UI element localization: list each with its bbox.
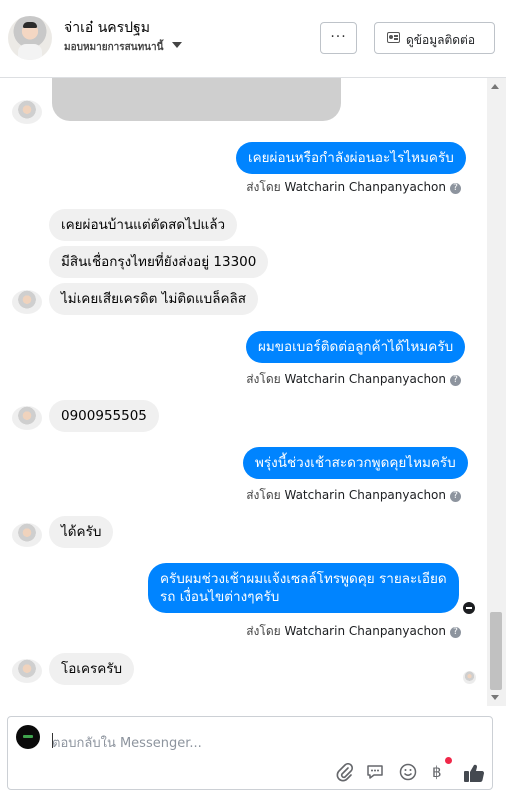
help-icon[interactable]: ? [450,375,461,386]
saved-replies-icon[interactable] [366,763,384,783]
help-icon[interactable]: ? [450,627,461,638]
outgoing-message: ครับผมช่วงเช้าผมแจ้งเซลล์โทรพูดคุย รายละ… [148,563,459,613]
payment-icon[interactable]: ฿ [432,763,446,783]
conversation-header: จ่าเอ๋ นครปฐม มอบหมายการสนทนานี้ ··· ดูข… [0,0,506,78]
sender-avatar [12,290,42,314]
assign-conversation-dropdown[interactable]: มอบหมายการสนทนานี้ [64,40,163,55]
outgoing-message: เคยผ่อนหรือกำลังผ่อนอะไรไหมครับ [236,142,466,174]
like-icon[interactable] [463,763,485,783]
sent-by-prefix: ส่งโดย [246,488,281,502]
scroll-up-icon[interactable] [491,84,499,89]
contact-card-icon [387,32,400,43]
sent-by-prefix: ส่งโดย [246,180,281,194]
sender-avatar [12,406,42,430]
sent-by-label: ส่งโดย Watcharin Chanpanyachon? [246,178,461,197]
scroll-down-icon[interactable] [491,695,499,700]
emoji-icon[interactable] [399,763,417,783]
sent-by-agent: Watcharin Chanpanyachon [284,624,446,638]
seen-by-avatar [463,671,476,684]
incoming-message: ไม่เคยเสียเครดิต ไม่ติดแบล็คลิส [49,283,259,315]
sent-by-agent: Watcharin Chanpanyachon [284,180,446,194]
incoming-message: โอเครครับ [49,653,135,685]
more-options-button[interactable]: ··· [320,22,357,54]
sender-avatar [12,523,42,547]
delivered-icon [463,602,475,614]
sent-by-agent: Watcharin Chanpanyachon [284,488,446,502]
sent-by-prefix: ส่งโดย [246,624,281,638]
outgoing-message: ผมขอเบอร์ติดต่อลูกค้าได้ไหมครับ [246,331,466,363]
sender-avatar [12,100,42,124]
page-avatar [16,725,40,749]
outgoing-message: พรุ่งนี้ช่วงเช้าสะดวกพูดคุยไหมครับ [243,447,468,479]
sent-by-agent: Watcharin Chanpanyachon [284,372,446,386]
thread-scrollbar[interactable] [487,78,506,706]
reply-composer[interactable]: ตอบกลับใน Messenger... ฿ [7,716,493,790]
scrollbar-thumb[interactable] [490,612,502,690]
sender-avatar [12,659,42,683]
incoming-message: 0900955505 [49,400,159,432]
help-icon[interactable]: ? [450,183,461,194]
message-line: ครับผมช่วงเช้าผมแจ้งเซลล์โทรพูดคุย รายละ… [160,571,447,587]
message-line: รถ เงื่อนไขต่างๆครับ [160,589,280,605]
sent-by-label: ส่งโดย Watcharin Chanpanyachon? [246,622,461,641]
incoming-message: มีสินเชื่อกรุงไทยที่ยังส่งอยู่ 13300 [49,246,269,278]
incoming-message: ได้ครับ [49,516,114,548]
sent-by-prefix: ส่งโดย [246,372,281,386]
image-attachment[interactable] [52,78,341,121]
sent-by-label: ส่งโดย Watcharin Chanpanyachon? [246,486,461,505]
view-contact-button[interactable]: ดูข้อมูลติดต่อ [374,22,495,54]
sent-by-label: ส่งโดย Watcharin Chanpanyachon? [246,370,461,389]
contact-name[interactable]: จ่าเอ๋ นครปฐม [64,17,150,39]
incoming-message: เคยผ่อนบ้านแต่ตัดสดไปแล้ว [49,209,238,241]
message-thread: เคยผ่อนหรือกำลังผ่อนอะไรไหมครับ ส่งโดย W… [0,78,487,706]
help-icon[interactable]: ? [450,491,461,502]
notification-dot [445,757,452,764]
chevron-down-icon[interactable] [172,42,182,48]
contact-avatar[interactable] [8,16,52,60]
attach-icon[interactable] [336,763,354,783]
reply-input[interactable]: ตอบกลับใน Messenger... [52,732,202,753]
view-contact-label: ดูข้อมูลติดต่อ [406,33,476,47]
